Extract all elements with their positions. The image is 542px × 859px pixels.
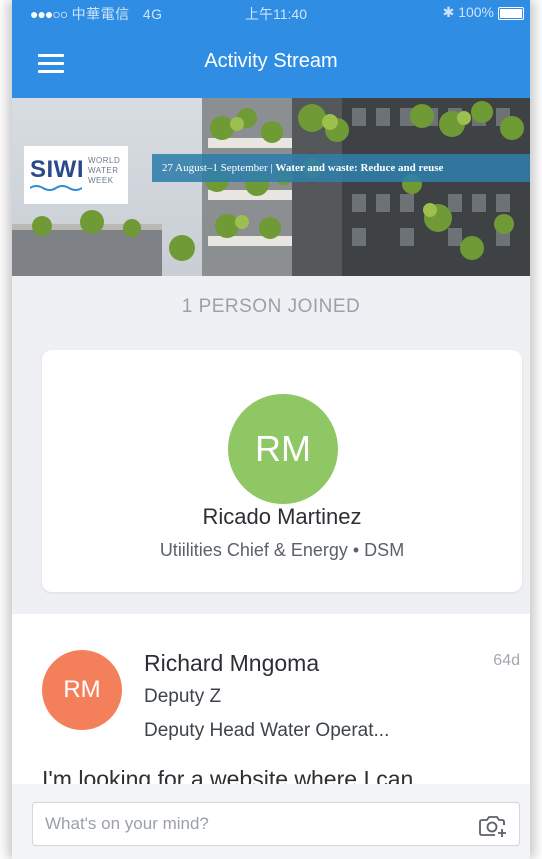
logo-text: SIWI <box>30 156 84 183</box>
carrier-info: ●●●○○ 中華電信 4G <box>30 4 163 24</box>
camera-add-icon[interactable] <box>478 814 508 838</box>
carrier-name: 中華電信 <box>71 6 130 22</box>
status-time: 上午11:40 <box>245 6 307 22</box>
battery-level: ✱ 100% <box>442 4 494 20</box>
post-author[interactable]: Richard Mngoma <box>144 650 319 677</box>
joined-person-card[interactable]: RM Ricado Martinez Utiilities Chief & En… <box>42 350 522 592</box>
compose-bar <box>12 784 530 859</box>
post-group: Deputy Z <box>144 686 222 707</box>
post-timestamp: 64d <box>493 652 520 669</box>
event-dates: 27 August–1 September <box>162 162 268 174</box>
app-screen: ●●●○○ 中華電信 4G 上午11:40 ✱ 100% Activity St… <box>12 0 530 859</box>
signal-strength-icon: ●●●○○ <box>30 6 68 22</box>
siwi-logo: SIWI WORLD WATER WEEK <box>24 146 128 204</box>
wave-icon <box>30 185 82 191</box>
battery-icon <box>498 7 524 20</box>
network-type: 4G <box>142 6 163 22</box>
status-bar: ●●●○○ 中華電信 4G 上午11:40 ✱ 100% <box>12 0 530 28</box>
battery-percent: 100% <box>458 4 494 20</box>
avatar[interactable]: RM <box>42 650 122 730</box>
person-name[interactable]: Ricado Martinez <box>42 504 522 530</box>
banner-caption: 27 August–1 September | Water and waste:… <box>152 154 530 182</box>
page-title: Activity Stream <box>204 50 338 72</box>
post-author-title: Deputy Head Water Operat... <box>144 720 390 741</box>
compose-input[interactable] <box>32 802 520 846</box>
nav-bar: Activity Stream <box>12 28 530 98</box>
joined-section-heading: 1 PERSON JOINED <box>181 296 361 317</box>
person-role: Utiilities Chief & Energy • DSM <box>159 540 405 560</box>
avatar[interactable]: RM <box>228 394 338 504</box>
event-theme: Water and waste: Reduce and reuse <box>275 162 444 174</box>
logo-subtitle: WORLD WATER WEEK <box>88 156 121 185</box>
event-banner[interactable]: SIWI WORLD WATER WEEK 27 August–1 Septem… <box>12 98 530 276</box>
